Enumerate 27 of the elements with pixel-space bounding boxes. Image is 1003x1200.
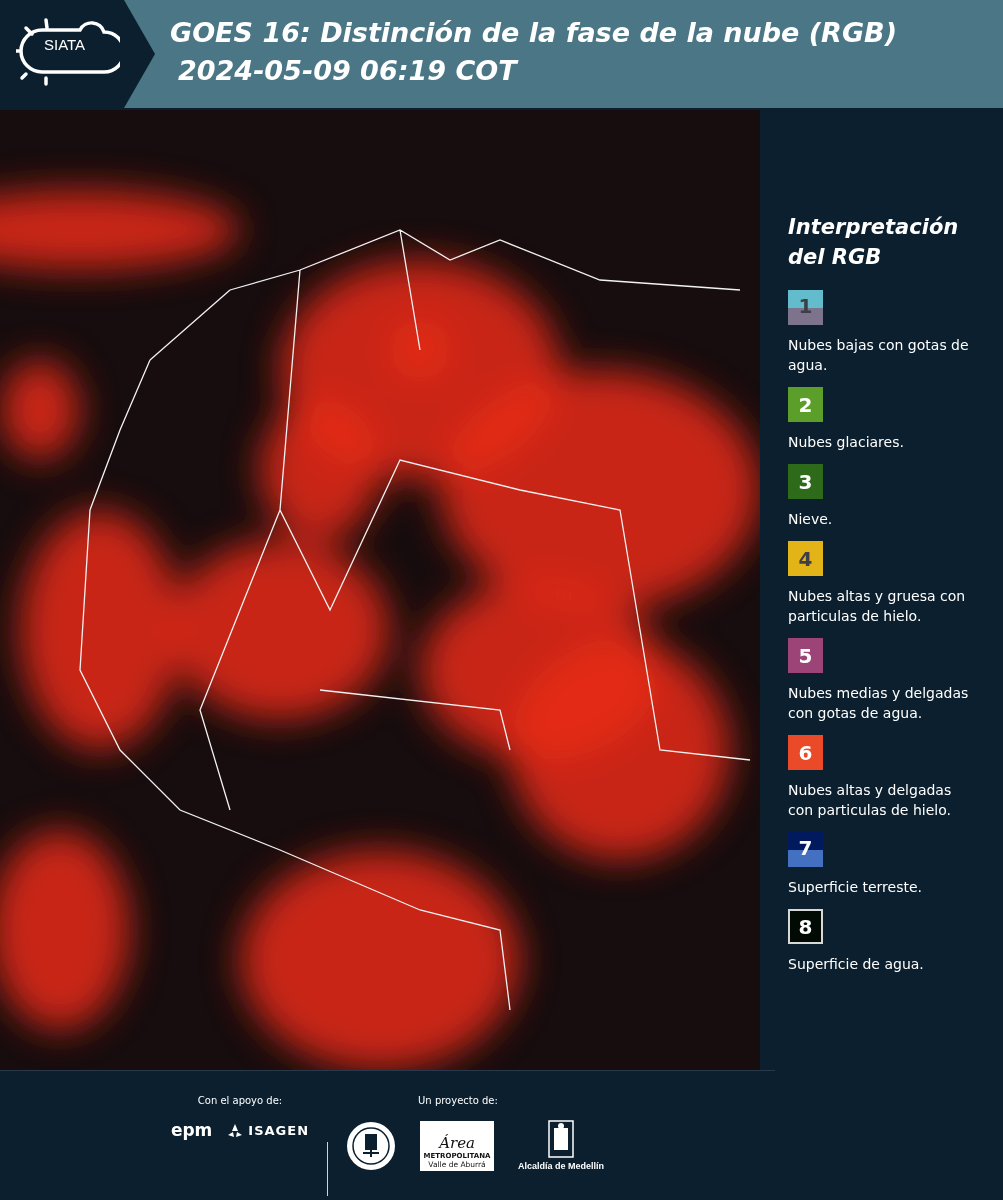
support-label: Con el apoyo de: [197,1095,283,1106]
legend-title: Interpretación del RGB [788,214,960,271]
legend-label: Nubes medias y delgadas con gotas de agua. [788,684,970,723]
timestamp: 2024-05-09 06:19 COT [177,54,520,88]
legend-label: Nubes altas y delgadas con particulas de hielo. [788,781,953,820]
isagen-logo-text: ISAGEN [248,1122,310,1138]
city-logo-text: Alcaldía de Medellín [518,1161,605,1171]
page-title: GOES 16: Distinción de la fase de la nube (RGB) [170,16,897,50]
metro-script-text: Área [439,1134,475,1152]
legend-swatch: 4 [788,541,823,576]
legend-label: Nubes glaciares. [788,433,905,452]
legend-swatch: 5 [788,638,823,673]
legend-swatch: 8 [788,909,823,944]
legend-swatch: 3 [788,464,823,499]
legend-label: Nubes bajas con gotas de agua. [788,336,970,375]
legend-swatch: 2 [788,387,823,422]
legend-label: Nubes altas y gruesa con particulas de hielo. [788,587,967,626]
swatch-number: 7 [797,836,814,860]
legend-label: Superficie terreste. [788,878,923,897]
legend-label: Nieve. [788,510,834,529]
coat-of-arms-icon [548,1120,575,1158]
legend-swatch: 6 [788,735,823,770]
logo-text: SIATA [44,36,86,53]
legend-label: Superficie de agua. [788,955,925,974]
epm-logo-text: epm [170,1120,213,1140]
municipal-seal-icon [346,1120,397,1171]
project-label: Un proyecto de: [418,1095,498,1106]
